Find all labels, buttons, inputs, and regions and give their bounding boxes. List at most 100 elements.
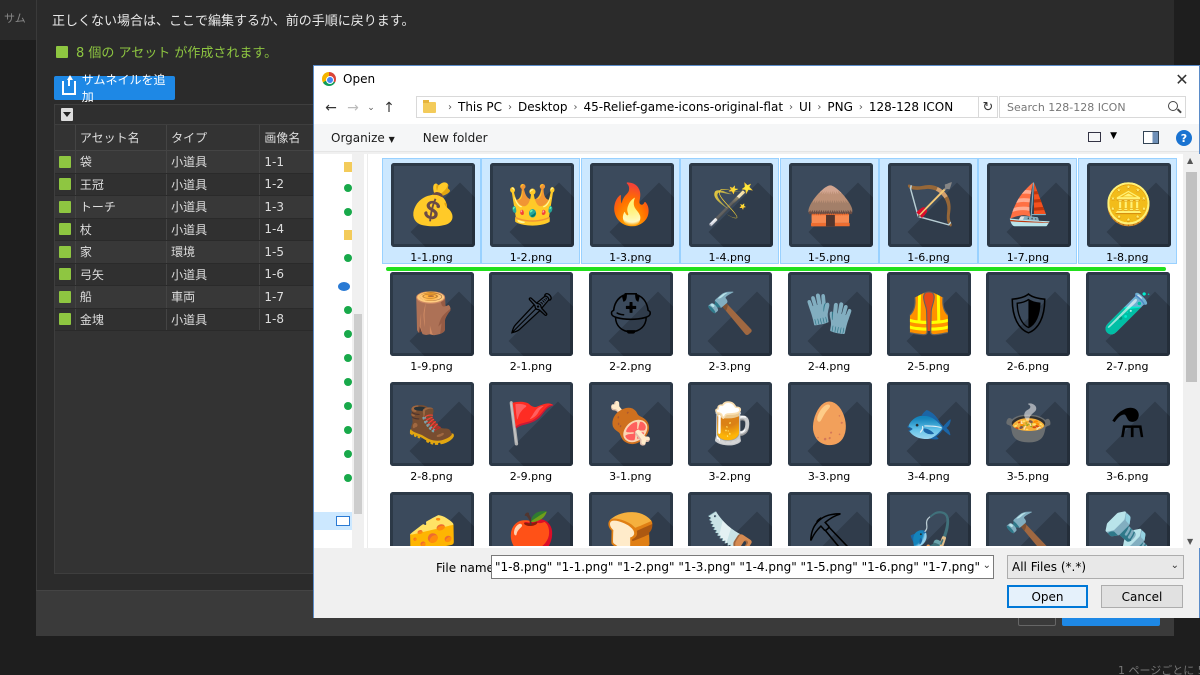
nav-folder-icon[interactable] <box>344 162 352 172</box>
address-bar[interactable]: › This PC › Desktop › 45-Relief-game-icons-or… <box>416 96 996 118</box>
file-item[interactable]: 🥾 2-8.png <box>382 378 481 484</box>
breadcrumb-item[interactable]: 128-128 ICON <box>869 100 953 114</box>
breadcrumb-item[interactable]: 45-Relief-game-icons-original-flat <box>583 100 783 114</box>
table-row[interactable]: 金塊 小道具 1-8 <box>55 308 315 331</box>
file-name-input[interactable]: "1-8.png" "1-1.png" "1-2.png" "1-3.png" … <box>491 555 994 579</box>
search-input[interactable]: Search 128-128 ICON <box>999 96 1186 118</box>
file-item[interactable]: ⛑ 2-2.png <box>581 268 680 374</box>
thumbnail-glyph: ⛵ <box>1004 182 1055 228</box>
file-item[interactable]: 🪄 1-4.png <box>680 158 780 264</box>
file-name: 2-8.png <box>410 470 453 483</box>
recent-chevron-icon[interactable]: ⌄ <box>364 97 378 119</box>
file-item[interactable]: 🎣 <box>879 488 978 546</box>
scroll-up-icon[interactable]: ▲ <box>1187 156 1193 165</box>
view-options-icon[interactable] <box>1088 132 1101 142</box>
forward-arrow-icon[interactable]: → <box>342 97 364 119</box>
file-list-scrollbar[interactable]: ▲ ▼ <box>1183 154 1200 548</box>
file-item[interactable]: ⛏ <box>780 488 879 546</box>
breadcrumb-item[interactable]: This PC <box>458 100 502 114</box>
breadcrumb-item[interactable]: UI <box>799 100 811 114</box>
thumbnail-glyph: 🍎 <box>506 511 557 546</box>
file-item[interactable]: 🦺 2-5.png <box>879 268 978 374</box>
file-type-select[interactable]: All Files (*.*) ⌄ <box>1007 555 1184 579</box>
thumbnail-glyph: 🥚 <box>804 401 855 447</box>
file-item[interactable]: 🪵 1-9.png <box>382 268 481 374</box>
file-item[interactable]: 🔨 2-3.png <box>680 268 779 374</box>
scroll-thumb[interactable] <box>1186 172 1197 382</box>
selection-highlight-line <box>386 267 1166 271</box>
navigation-pane <box>314 154 368 548</box>
table-row[interactable]: トーチ 小道具 1-3 <box>55 196 315 219</box>
file-item[interactable]: 👑 1-2.png <box>481 158 581 264</box>
file-item[interactable]: 🍺 3-2.png <box>680 378 779 484</box>
open-button[interactable]: Open <box>1007 585 1088 608</box>
file-item[interactable]: 🛡 2-6.png <box>978 268 1077 374</box>
nav-folder-icon[interactable] <box>344 230 352 240</box>
file-item[interactable]: 🍎 <box>481 488 580 546</box>
file-item[interactable]: ⛵ 1-7.png <box>978 158 1078 264</box>
file-item[interactable]: 🧤 2-4.png <box>780 268 879 374</box>
up-arrow-icon[interactable]: ↑ <box>378 97 400 119</box>
file-item[interactable]: ⚗ 3-6.png <box>1078 378 1177 484</box>
file-item[interactable]: 🧪 2-7.png <box>1078 268 1177 374</box>
chevron-down-icon[interactable]: ▼ <box>1110 131 1117 141</box>
file-item[interactable]: 🍲 3-5.png <box>978 378 1077 484</box>
asset-name-cell: 船 <box>74 286 166 308</box>
sync-check-icon <box>344 378 352 386</box>
file-item[interactable]: 🥚 3-3.png <box>780 378 879 484</box>
onedrive-icon[interactable] <box>338 282 350 291</box>
background-tab[interactable]: サム <box>0 0 36 40</box>
file-item[interactable]: 🔩 <box>1078 488 1177 546</box>
help-icon[interactable]: ? <box>1176 130 1192 146</box>
file-item[interactable]: 🚩 2-9.png <box>481 378 580 484</box>
close-icon[interactable]: ✕ <box>1171 68 1193 90</box>
table-row[interactable]: 杖小道具 1-4 <box>55 218 315 241</box>
file-item[interactable]: 🧀 <box>382 488 481 546</box>
file-name: 3-2.png <box>708 470 751 483</box>
cheese-icon: 🧀 <box>390 492 474 546</box>
file-item[interactable]: 🏹 1-6.png <box>879 158 978 264</box>
file-item[interactable]: 🔥 1-3.png <box>580 158 680 264</box>
add-thumbnail-button[interactable]: サムネイルを追加 <box>54 73 175 104</box>
file-name: 1-8.png <box>1106 251 1149 264</box>
file-item[interactable]: 🗡 2-1.png <box>481 268 580 374</box>
round-shield-icon: 🛡 <box>986 272 1071 356</box>
table-toolbar <box>55 105 315 125</box>
column-asset-name[interactable]: アセット名 <box>74 125 166 150</box>
organize-menu[interactable]: Organize ▼ <box>331 131 395 145</box>
thumbnail-glyph: 🍖 <box>605 401 656 447</box>
column-image-name[interactable]: 画像名 <box>259 125 315 150</box>
nav-pane-scroll-thumb[interactable] <box>354 314 362 514</box>
column-type[interactable]: タイプ <box>166 125 259 150</box>
file-item[interactable]: 💰 1-1.png <box>382 158 481 264</box>
chevron-down-icon[interactable]: ⌄ <box>983 560 991 571</box>
new-folder-button[interactable]: New folder <box>423 131 488 145</box>
thumbnail-glyph: 🚩 <box>506 401 557 447</box>
breadcrumb-item[interactable]: PNG <box>827 100 853 114</box>
file-item[interactable]: 🪚 <box>680 488 779 546</box>
table-row[interactable]: 王冠 小道具 1-2 <box>55 173 315 196</box>
status-square-icon <box>56 45 68 58</box>
refresh-icon[interactable]: ↻ <box>978 96 998 118</box>
type-cell: 小道具 <box>166 196 259 218</box>
bow-arrow-icon: 🏹 <box>888 163 972 247</box>
thumbnail-glyph: 🔨 <box>705 291 756 337</box>
upload-icon <box>62 75 76 95</box>
scroll-down-icon[interactable]: ▼ <box>1187 537 1193 546</box>
table-row[interactable]: 弓矢 小道具 1-6 <box>55 263 315 286</box>
file-item[interactable]: 🛖 1-5.png <box>779 158 879 264</box>
cancel-button[interactable]: Cancel <box>1101 585 1183 608</box>
table-row[interactable]: 船車両 1-7 <box>55 286 315 309</box>
file-item[interactable]: 🔨 <box>978 488 1077 546</box>
table-row[interactable]: 袋小道具 1-1 <box>55 151 315 174</box>
back-arrow-icon[interactable]: ← <box>320 97 342 119</box>
image-name-cell: 1-5 <box>259 241 315 263</box>
file-item[interactable]: 🍞 <box>581 488 680 546</box>
file-item[interactable]: 🍖 3-1.png <box>581 378 680 484</box>
table-row[interactable]: 家環境 1-5 <box>55 241 315 264</box>
file-item[interactable]: 🐟 3-4.png <box>879 378 978 484</box>
dropdown-toggle-icon[interactable] <box>61 108 73 121</box>
breadcrumb-item[interactable]: Desktop <box>518 100 568 114</box>
file-item[interactable]: 🪙 1-8.png <box>1077 158 1177 264</box>
preview-pane-icon[interactable] <box>1143 131 1159 144</box>
